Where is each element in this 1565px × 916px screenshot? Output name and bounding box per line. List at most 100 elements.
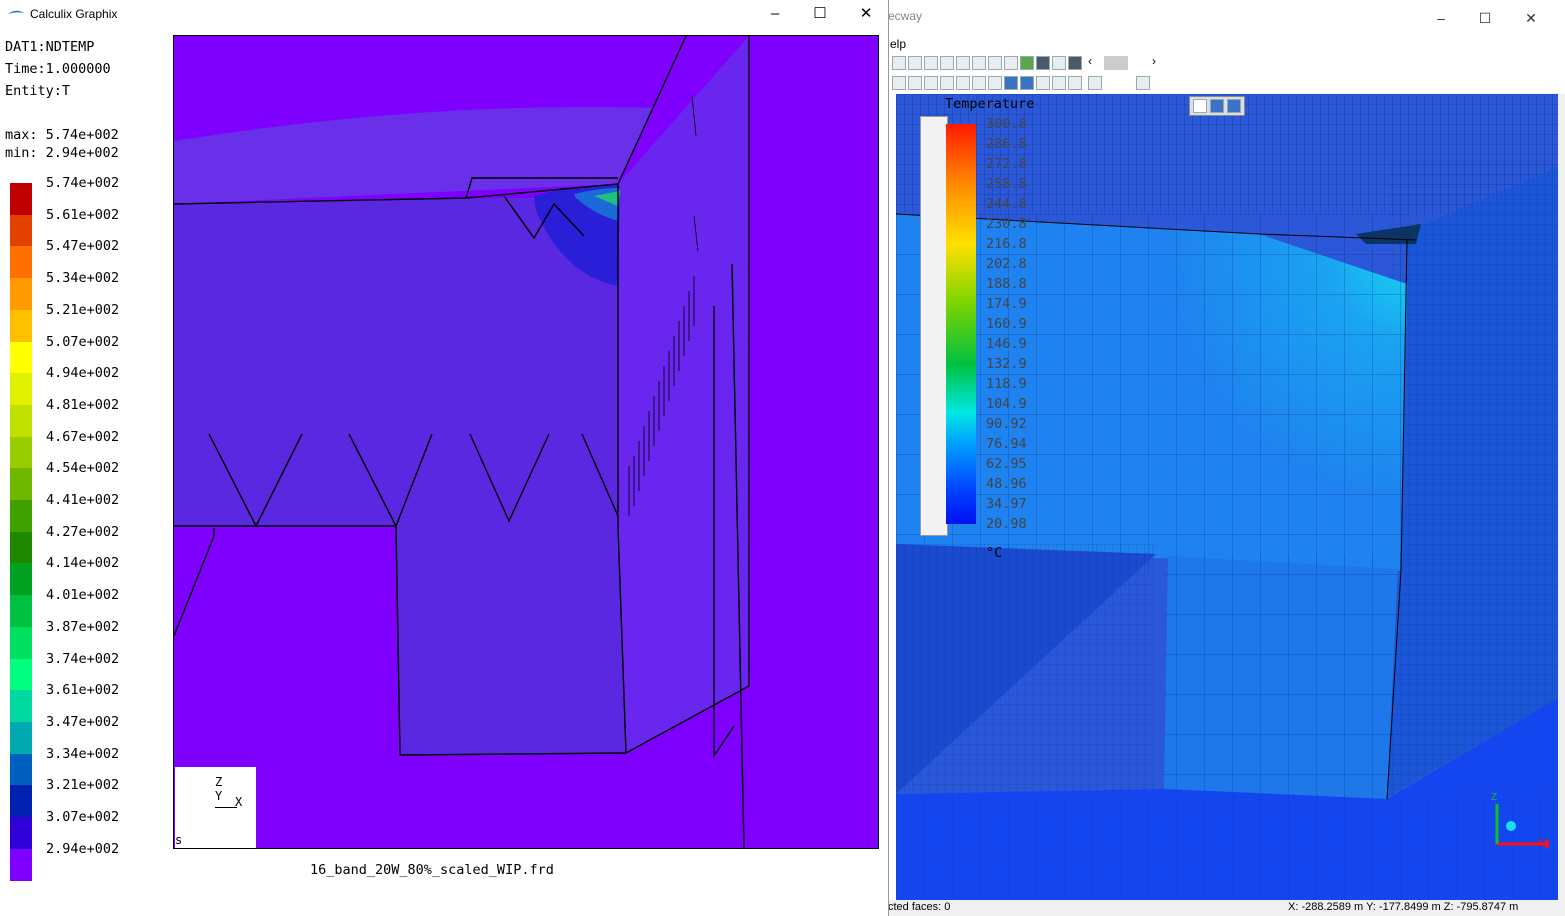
gradient-icon[interactable] <box>1036 76 1050 90</box>
tree-icon[interactable] <box>940 76 954 90</box>
legend-label: 5.47e+002 <box>46 238 120 255</box>
maximize-button[interactable]: ☐ <box>805 3 835 25</box>
triangle-outline-icon[interactable] <box>988 76 1002 90</box>
mecway-window-title: ecway <box>888 9 923 23</box>
status-coordinates: X: -288.2589 m Y: -177.8499 m Z: -795.87… <box>1288 901 1519 913</box>
maximize-button[interactable]: ☐ <box>1470 7 1500 29</box>
arrows-icon[interactable] <box>1068 76 1082 90</box>
mecway-toolbar: ‹ › <box>892 54 1192 94</box>
minimize-button[interactable]: – <box>1426 7 1456 29</box>
revolve-icon[interactable] <box>924 76 938 90</box>
legend-swatch <box>10 658 32 691</box>
grid-icon[interactable] <box>1052 76 1066 90</box>
scroll-right-icon[interactable]: › <box>1152 54 1156 68</box>
leg-mesh <box>1164 556 1398 799</box>
legend-label: 4.54e+002 <box>46 460 120 477</box>
legend-label: 3.74e+002 <box>46 650 120 667</box>
legend-swatch <box>10 341 32 374</box>
legend-label: 5.74e+002 <box>46 175 120 191</box>
legend-swatch <box>10 753 32 786</box>
info-time: Time:1.000000 <box>5 61 111 77</box>
left-lower-mesh <box>896 544 1156 794</box>
triad-x-axis <box>215 807 237 808</box>
legend-swatch <box>10 721 32 755</box>
calculix-plot-area[interactable]: Z Y X s <box>173 35 879 849</box>
select-face-icon[interactable] <box>1004 56 1018 70</box>
mesh-icon[interactable] <box>1068 56 1082 70</box>
select-icon[interactable] <box>956 56 970 70</box>
minimize-button[interactable]: – <box>760 3 790 25</box>
legend-label: 3.07e+002 <box>46 809 120 825</box>
new-element-icon[interactable] <box>892 76 906 90</box>
table-icon[interactable] <box>1088 76 1102 90</box>
upper-band-face <box>174 196 618 526</box>
close-button[interactable]: ✕ <box>1516 7 1546 29</box>
legend-swatch <box>10 817 32 850</box>
mecway-legend-label: 62.95 <box>986 456 1027 472</box>
zoom-icon[interactable] <box>908 56 922 70</box>
mecway-legend-label: 76.94 <box>986 436 1027 452</box>
mecway-legend-label: 230.8 <box>986 216 1027 232</box>
legend-label: 3.21e+002 <box>46 777 120 794</box>
mecway-legend-label: 146.9 <box>986 336 1027 352</box>
rotate-icon[interactable] <box>924 56 938 70</box>
select-node-icon[interactable] <box>988 56 1002 70</box>
triad-z-label: Z <box>215 775 223 789</box>
mecway-legend-label: 118.9 <box>986 376 1027 392</box>
menu-help[interactable]: elp <box>890 37 906 51</box>
zoom-box-icon[interactable] <box>892 56 906 70</box>
mecway-legend-label: 20.98 <box>986 516 1027 532</box>
view-icon[interactable] <box>972 56 986 70</box>
calculix-window-title: Calculix Graphix <box>30 7 118 21</box>
legend-label: 5.61e+002 <box>46 206 120 223</box>
mecway-legend-label: 258.8 <box>986 176 1027 192</box>
legend-label: 4.01e+002 <box>46 587 120 604</box>
mecway-legend-label: 174.9 <box>986 296 1027 312</box>
calculix-model-svg <box>174 36 878 848</box>
extrude-icon[interactable] <box>908 76 922 90</box>
legend-swatch <box>10 373 32 406</box>
legend-swatch <box>10 309 32 342</box>
legend-label: 4.81e+002 <box>46 396 120 413</box>
floor-mesh <box>896 794 1565 900</box>
view-cube-buttons[interactable] <box>1189 96 1245 116</box>
wireframe-icon[interactable] <box>1052 56 1066 70</box>
mecway-window: ecway – ☐ ✕ elp ‹ › Temperature 300.8 28… <box>884 0 1565 916</box>
mecway-legend-label: 34.97 <box>986 496 1027 512</box>
calculix-titlebar: Calculix Graphix – ☐ ✕ <box>0 0 888 28</box>
split-icon[interactable] <box>956 76 970 90</box>
legend-label: 4.14e+002 <box>46 555 120 572</box>
mecway-titlebar: ecway – ☐ ✕ <box>884 0 1565 36</box>
shaded-view-icon[interactable] <box>1036 56 1050 70</box>
legend-swatch <box>10 278 32 311</box>
view-iso-icon[interactable] <box>1193 99 1207 113</box>
calculix-app-icon <box>8 10 24 14</box>
view-top-icon[interactable] <box>1227 99 1241 113</box>
mecway-legend-label: 48.96 <box>986 476 1027 492</box>
right-side-mesh <box>1388 164 1565 804</box>
legend-swatch <box>10 468 32 501</box>
legend-swatch <box>10 563 32 596</box>
close-button[interactable]: ✕ <box>851 3 881 25</box>
mecway-legend-label: 286.8 <box>986 136 1027 152</box>
legend-label: 5.34e+002 <box>46 270 120 287</box>
file-name: 16_band_20W_80%_scaled_WIP.frd <box>310 862 554 878</box>
axis-x-label: X <box>1537 838 1544 849</box>
mecway-legend-label: 244.8 <box>986 196 1027 212</box>
status-selected-faces: cted faces: 0 <box>888 901 951 913</box>
right-scrollbar[interactable] <box>1558 94 1565 900</box>
triangle-icon[interactable] <box>972 76 986 90</box>
wave-icon[interactable] <box>1020 76 1034 90</box>
view-front-icon[interactable] <box>1210 99 1224 113</box>
table-grid-icon[interactable] <box>1136 76 1150 90</box>
solid-view-icon[interactable] <box>1020 56 1034 70</box>
legend-swatch <box>10 785 32 818</box>
legend-swatch <box>10 183 32 216</box>
mecway-legend-label: 132.9 <box>986 356 1027 372</box>
legend-swatch <box>10 595 32 628</box>
bowl-icon[interactable] <box>1004 76 1018 90</box>
legend-swatch <box>10 848 32 881</box>
scroll-left-icon[interactable]: ‹ <box>1088 54 1092 68</box>
mecway-legend-label: 160.9 <box>986 316 1027 332</box>
pan-icon[interactable] <box>940 56 954 70</box>
